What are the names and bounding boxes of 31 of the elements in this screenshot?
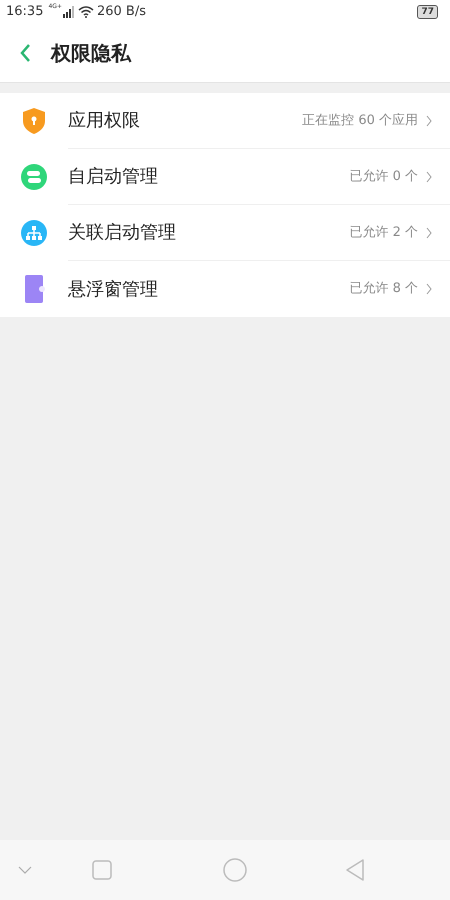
settings-row[interactable]: 应用权限 正在监控 60 个应用 (0, 93, 450, 149)
time-text: 16:35 (6, 3, 44, 22)
recents-icon[interactable] (92, 860, 112, 880)
collapse-icon[interactable] (18, 866, 32, 874)
row-value: 已允许 0 个 (349, 168, 418, 186)
page-title: 权限隐私 (51, 40, 131, 67)
hierarchy-icon (21, 220, 47, 246)
row-value: 已允许 8 个 (349, 280, 418, 298)
signal-icon (62, 6, 75, 18)
settings-row[interactable]: 关联启动管理 已允许 2 个 (0, 205, 450, 261)
chevron-icon (426, 114, 432, 126)
settings-row[interactable]: 自启动管理 已允许 0 个 (0, 149, 450, 205)
settings-row[interactable]: 悬浮窗管理 已允许 8 个 (0, 261, 450, 317)
toggle-icon (21, 164, 47, 190)
speed-text: 260 B/s (96, 3, 146, 22)
chevron-icon (426, 170, 432, 182)
shield-icon (22, 107, 46, 135)
phone-icon (23, 274, 45, 304)
chevron-icon (426, 226, 432, 238)
row-label: 自启动管理 (68, 165, 158, 189)
row-label: 悬浮窗管理 (68, 278, 158, 302)
back-icon[interactable] (19, 43, 31, 63)
row-label: 关联启动管理 (68, 221, 176, 245)
row-value: 正在监控 60 个应用 (302, 112, 418, 130)
wifi-icon (78, 6, 94, 18)
home-icon[interactable] (223, 858, 247, 882)
battery-icon: 77 (417, 5, 438, 19)
row-label: 应用权限 (68, 109, 140, 133)
back-nav-icon[interactable] (345, 858, 365, 882)
row-value: 已允许 2 个 (349, 224, 418, 242)
chevron-icon (426, 283, 432, 295)
